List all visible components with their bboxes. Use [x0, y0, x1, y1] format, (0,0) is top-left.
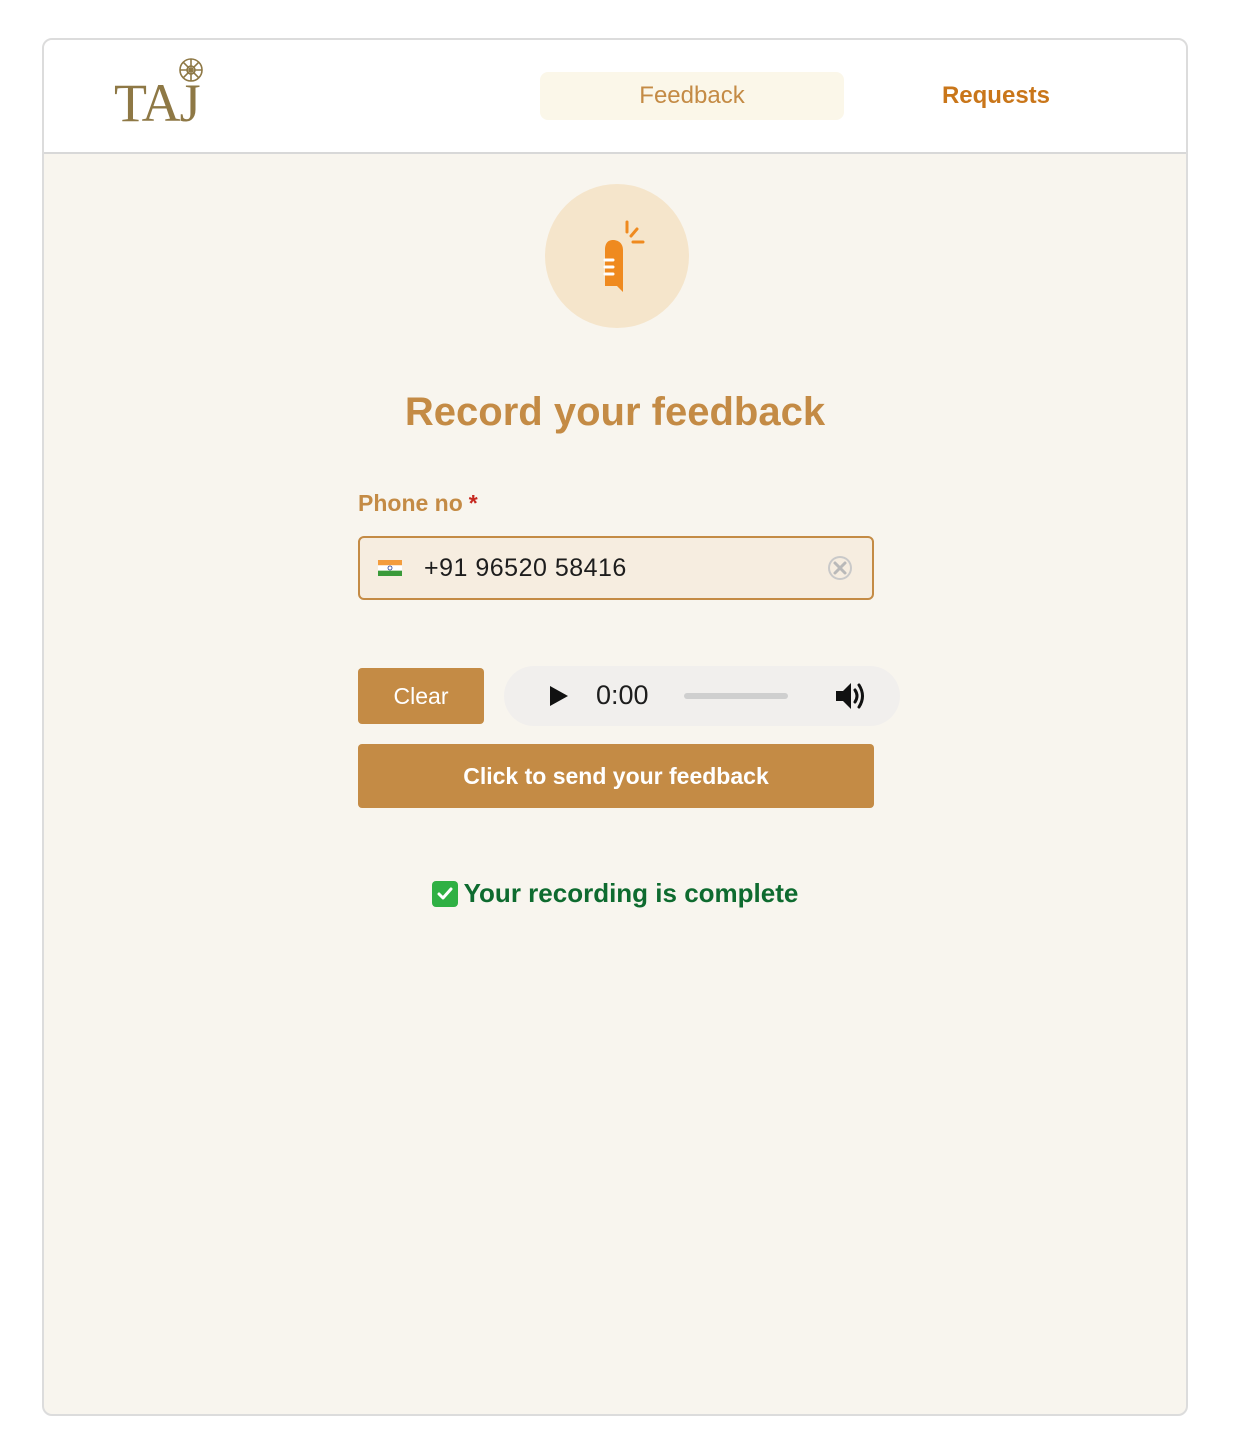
phone-input[interactable] — [424, 538, 804, 598]
india-flag-icon[interactable] — [378, 560, 402, 576]
audio-time: 0:00 — [596, 680, 649, 710]
tab-feedback[interactable]: Feedback — [540, 72, 844, 120]
status-text: Your recording is complete — [463, 878, 799, 908]
phone-field — [358, 536, 874, 600]
send-feedback-button[interactable]: Click to send your feedback — [358, 744, 874, 808]
microphone-badge — [545, 184, 689, 328]
play-icon[interactable] — [546, 684, 570, 708]
clear-button[interactable]: Clear — [358, 668, 484, 724]
recording-status: Your recording is complete — [44, 878, 1186, 909]
microphone-icon — [603, 220, 645, 292]
header: TAJ Feedback Requests — [44, 40, 1186, 154]
logo-text: TAJ — [114, 73, 201, 133]
clear-input-icon[interactable] — [826, 554, 854, 582]
emblem-icon — [179, 58, 203, 82]
check-mark-icon — [431, 880, 458, 907]
taj-logo[interactable]: TAJ — [114, 54, 224, 140]
phone-label-text: Phone no — [358, 490, 463, 516]
required-mark: * — [468, 490, 478, 516]
tab-requests[interactable]: Requests — [844, 72, 1148, 120]
audio-player: 0:00 — [504, 666, 900, 726]
app-frame: TAJ Feedback Requests Record your feedba… — [42, 38, 1188, 1416]
volume-icon[interactable] — [834, 680, 868, 712]
page-title: Record your feedback — [404, 390, 826, 434]
audio-progress-slider[interactable] — [684, 693, 788, 699]
phone-label: Phone no * — [358, 490, 478, 517]
